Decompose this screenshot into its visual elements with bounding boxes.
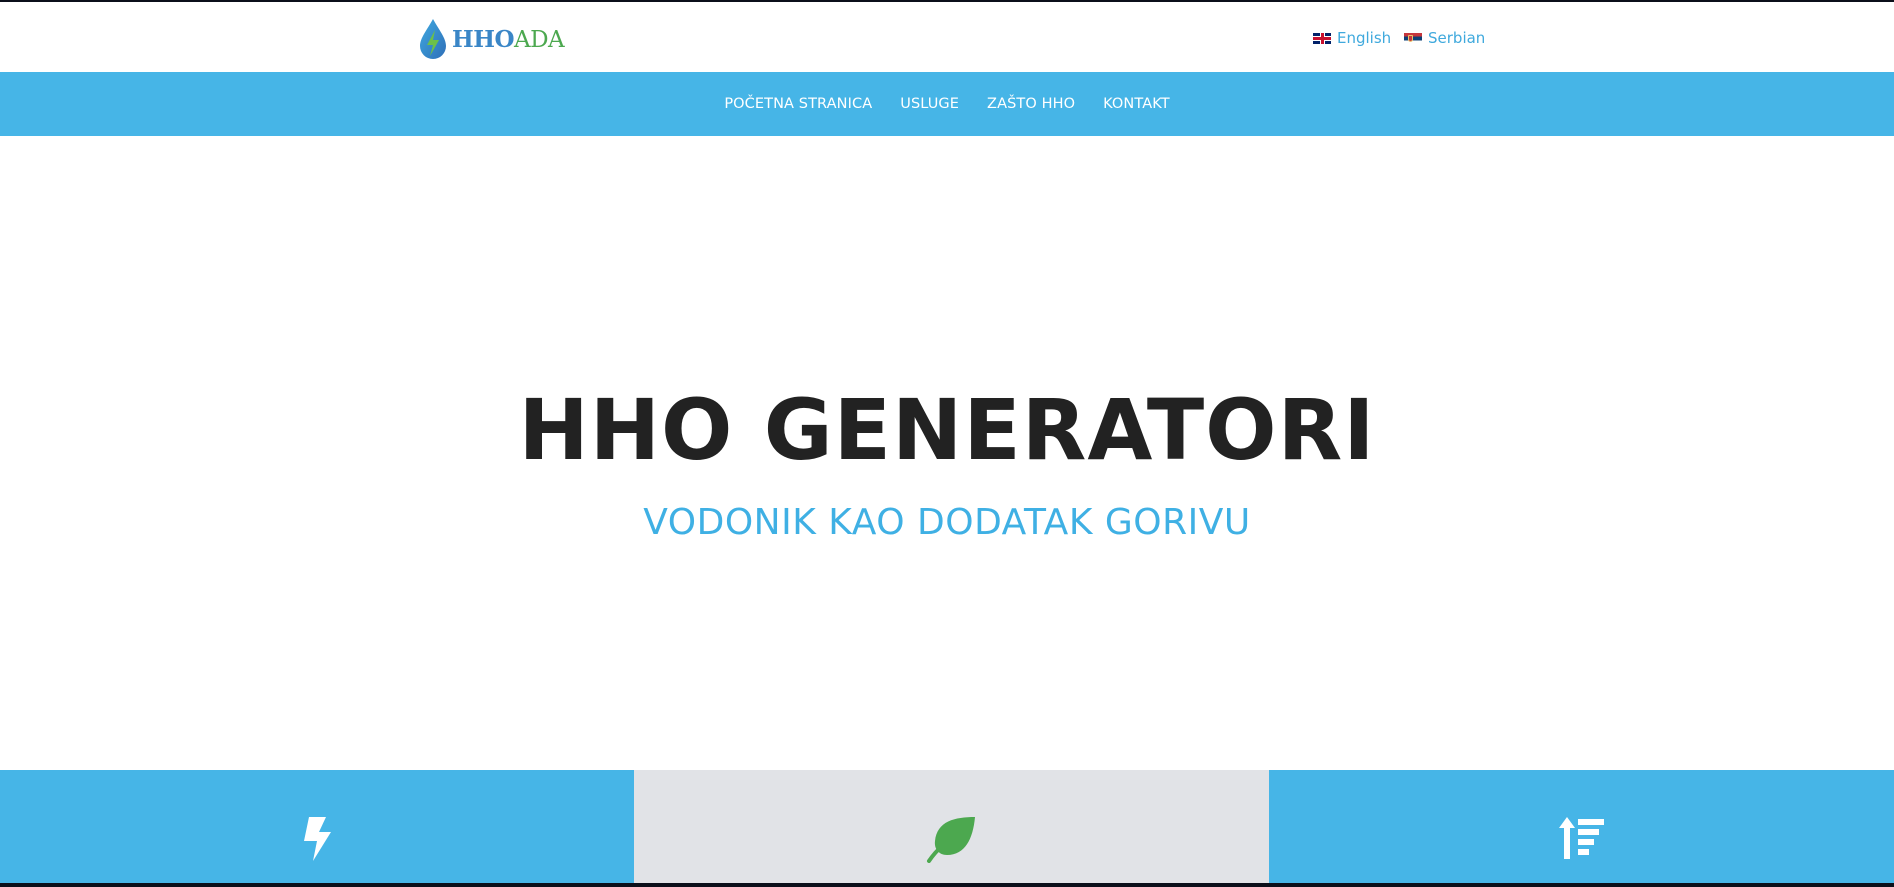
lightning-bolt-icon [304,817,331,861]
uk-flag-icon [1313,32,1331,44]
language-english-label: English [1337,29,1392,47]
hero-title: HHO GENERATORI [518,381,1376,479]
language-english-link[interactable]: English [1313,29,1391,47]
serbia-flag-icon [1404,32,1422,44]
site-logo[interactable]: HHOADA [418,18,565,60]
main-nav: POČETNA STRANICA USLUGE ZAŠTO HHO KONTAK… [0,72,1894,136]
logo-text-ada: ADA [514,26,565,53]
logo-text: HHOADA [452,25,565,53]
nav-item-services[interactable]: USLUGE [900,96,959,112]
leaf-icon [926,817,975,863]
language-serbian-label: Serbian [1428,29,1486,47]
feature-panel-performance [1269,770,1894,883]
hero-subtitle: VODONIK KAO DODATAK GORIVU [643,502,1251,543]
feature-panel-ecology [634,770,1269,883]
bottom-border [0,883,1894,887]
site-header: HHOADA English Serbian [0,2,1894,72]
water-drop-lightning-icon [420,19,446,59]
feature-panel-energy [0,770,634,883]
language-serbian-link[interactable]: Serbian [1404,29,1485,47]
nav-item-contact[interactable]: KONTAKT [1103,96,1170,112]
nav-item-home[interactable]: POČETNA STRANICA [724,96,872,112]
features-strip [0,770,1894,883]
nav-item-why-hho[interactable]: ZAŠTO HHO [987,96,1075,112]
sort-amount-up-icon [1558,817,1604,859]
logo-text-hho: HHO [452,25,515,53]
